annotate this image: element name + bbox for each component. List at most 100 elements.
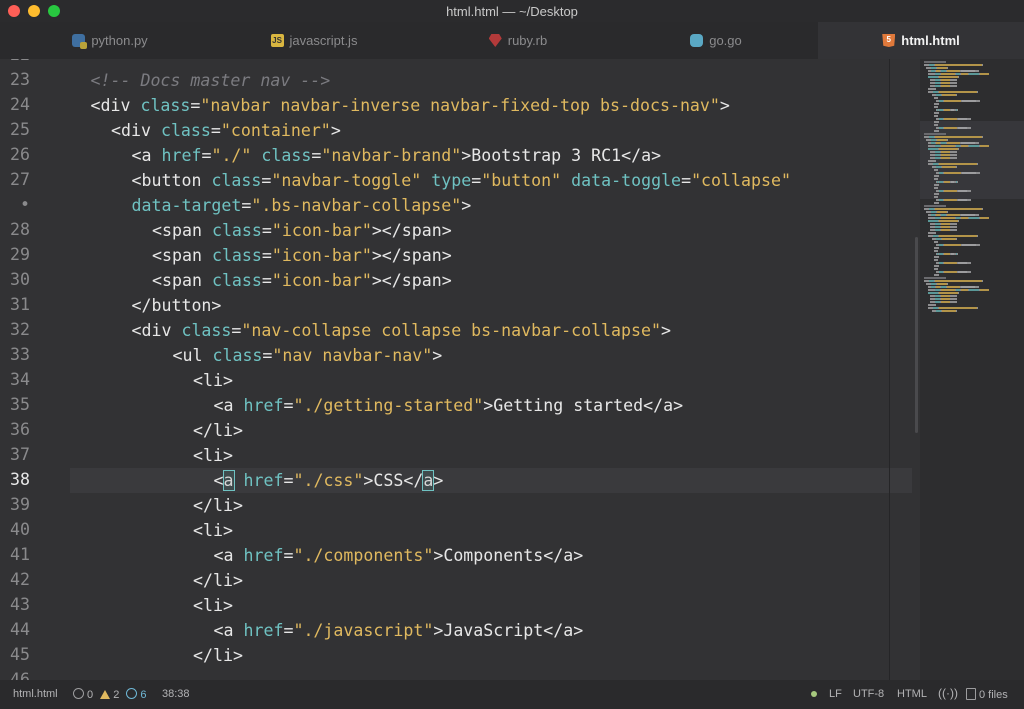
minimap-line — [944, 127, 957, 129]
minimap-line — [928, 304, 936, 306]
minimap-line — [939, 76, 958, 78]
code-editor[interactable]: 2223 <!-- Docs master nav --> 24 <div class… — [0, 59, 912, 680]
code-token-str: "icon-bar" — [271, 246, 372, 265]
minimap[interactable] — [920, 59, 1024, 680]
code-line[interactable]: <!-- Docs master nav --> — [70, 68, 912, 93]
code-line[interactable]: <span class="icon-bar"></span> — [70, 268, 912, 293]
code-line[interactable]: <a href="./components">Components</a> — [70, 543, 912, 568]
minimap-line — [958, 118, 967, 120]
minimap-line — [947, 214, 960, 216]
minimap-line — [934, 175, 939, 177]
code-line[interactable]: <a href="./getting-started">Getting star… — [70, 393, 912, 418]
scrollbar-thumb[interactable] — [915, 237, 918, 433]
code-line[interactable]: <span class="icon-bar"></span> — [70, 218, 912, 243]
code-line[interactable]: </li> — [70, 568, 912, 593]
minimap-line — [942, 238, 956, 240]
minimap-line — [934, 259, 938, 261]
line-number: • — [20, 195, 30, 214]
code-token-tag: = — [283, 471, 294, 490]
minimap-line — [924, 277, 946, 279]
code-line[interactable]: <li> — [70, 593, 912, 618]
code-token-tag: <li> — [193, 521, 233, 540]
minimap-line — [941, 298, 950, 300]
code-line[interactable]: <a href="./" class="navbar-brand">Bootst… — [70, 143, 912, 168]
tab-javascript[interactable]: JS javascript.js — [212, 22, 416, 59]
minimap-line — [947, 67, 948, 69]
code-line[interactable]: </li> — [70, 643, 912, 668]
minimap-line — [941, 85, 950, 87]
diagnostics-summary[interactable]: 0 2 6 — [73, 688, 147, 701]
minimap-line — [958, 199, 967, 201]
minimap-line — [924, 205, 946, 207]
code-token-attr: href — [161, 146, 202, 165]
line-number: 45 — [10, 645, 30, 664]
code-token-str: "navbar-brand" — [321, 146, 462, 165]
minimap-line — [969, 289, 979, 291]
code-token-tag: <span — [152, 246, 212, 265]
code-line[interactable]: <li> — [70, 368, 912, 393]
current-code-line[interactable]: <a href="./css">CSS</a> — [70, 468, 912, 493]
broadcast-icon[interactable]: ((·)) — [938, 686, 958, 700]
code-line[interactable]: </li> — [70, 493, 912, 518]
minimap-line — [939, 91, 977, 93]
grammar-selector[interactable]: HTML — [897, 688, 927, 700]
file-encoding[interactable]: UTF-8 — [853, 688, 884, 700]
code-line[interactable]: </li> — [70, 418, 912, 443]
code-line[interactable]: <li> — [70, 443, 912, 468]
minimap-line — [957, 253, 958, 255]
tab-ruby[interactable]: ruby.rb — [416, 22, 620, 59]
status-filename[interactable]: html.html — [13, 688, 58, 700]
tab-html[interactable]: 5 html.html — [818, 22, 1024, 59]
code-token-str: "icon-bar" — [271, 221, 372, 240]
minimap-line — [962, 100, 976, 102]
minimap-line — [982, 136, 983, 138]
minimap-line — [977, 91, 978, 93]
code-line[interactable]: <div class="nav-collapse collapse bs-nav… — [70, 318, 912, 343]
minimap-line — [934, 196, 938, 198]
minimap-line — [941, 223, 950, 225]
git-status-dot — [811, 691, 817, 697]
minimap-line — [975, 214, 979, 216]
minimap-line — [934, 124, 938, 126]
code-line[interactable]: <ul class="nav navbar-nav"> — [70, 343, 912, 368]
code-line[interactable]: <a href="./javascript">JavaScript</a> — [70, 618, 912, 643]
minimap-line — [934, 103, 939, 105]
warning-count: 2 — [113, 689, 120, 701]
minimap-line — [939, 235, 977, 237]
code-token-tag: </button> — [131, 296, 222, 315]
code-line[interactable]: <button class="navbar-toggle" type="butt… — [70, 168, 912, 193]
cursor-position[interactable]: 38:38 — [162, 688, 190, 700]
code-line[interactable]: <span class="icon-bar"></span> — [70, 243, 912, 268]
minimap-line — [937, 283, 947, 285]
minimap-line — [958, 271, 967, 273]
minimap-line — [967, 271, 971, 273]
minimap-line — [944, 172, 961, 174]
tab-go[interactable]: go.go — [614, 22, 818, 59]
vertical-scrollbar[interactable] — [912, 59, 920, 680]
minimap-line — [934, 187, 938, 189]
code-line[interactable]: <div class="container"> — [70, 118, 912, 143]
line-ending[interactable]: LF — [829, 688, 842, 700]
code-token-comment: <!-- Docs master nav --> — [90, 71, 331, 90]
code-line[interactable]: data-target=".bs-navbar-collapse"> — [70, 193, 912, 218]
line-number: 37 — [10, 445, 30, 464]
minimap-line — [934, 202, 939, 204]
code-line[interactable]: </button> — [70, 293, 912, 318]
minimap-line — [950, 79, 957, 81]
minimap-line — [947, 283, 948, 285]
tab-python[interactable]: python.py — [8, 22, 212, 59]
minimap-line — [976, 172, 980, 174]
minimap-line — [941, 301, 950, 303]
git-files[interactable]: 0 files — [966, 688, 1008, 701]
tab-label: go.go — [709, 33, 742, 48]
minimap-line — [967, 127, 971, 129]
code-line[interactable]: <li> — [70, 518, 912, 543]
minimap-line — [934, 178, 938, 180]
code-token-attr: class — [211, 221, 262, 240]
code-token-tag: = — [231, 321, 242, 340]
code-token-tag: </li> — [193, 571, 243, 590]
info-count: 6 — [140, 689, 147, 701]
code-line[interactable]: <div class="navbar navbar-inverse navbar… — [70, 93, 912, 118]
code-token-tag: > — [363, 471, 374, 490]
minimap-line — [950, 82, 957, 84]
